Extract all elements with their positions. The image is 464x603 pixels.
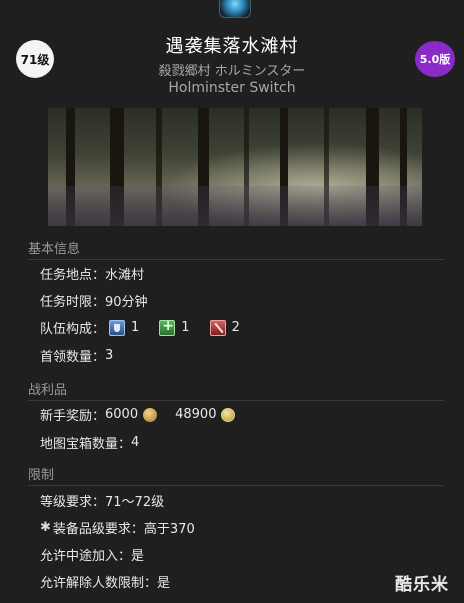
dungeon-banner-image [48,108,422,226]
join-in-progress-row: 允许中途加入： 是 [40,545,144,564]
sword-icon [209,319,226,336]
join-in-progress-value: 是 [131,549,145,564]
location-row: 任务地点： 水滩村 [40,264,144,283]
dungeon-subtitle-jp: 殺戮郷村 ホルミンスター [158,64,306,79]
time-limit-label: 任务时限： [40,295,106,310]
healer-count: 1 [181,320,190,335]
shield-icon [109,319,126,336]
gear-icon: ✱ [40,520,51,535]
seal-icon [221,407,236,422]
gil-value: 6000 [105,407,139,422]
tank-count: 1 [131,320,140,335]
unrestricted-party-value: 是 [157,576,171,591]
dungeon-subtitle-en: Holminster Switch [168,80,296,96]
level-requirement-label: 等级要求： [40,495,106,510]
treasure-chest-row: 地图宝箱数量： 4 [40,433,139,452]
treasure-chest-label: 地图宝箱数量： [40,437,132,452]
item-level-row: ✱ 装备品级要求： 高于370 [40,518,195,537]
duty-emblem-icon [219,0,251,18]
party-composition-label: 队伍构成： [40,322,106,337]
dungeon-title: 遇袭集落水滩村 [165,36,299,57]
join-in-progress-label: 允许中途加入： [40,549,132,564]
time-limit-row: 任务时限： 90分钟 [40,291,148,310]
section-loot-heading: 战利品 [28,379,444,401]
time-limit-value: 90分钟 [105,295,148,310]
level-requirement-row: 等级要求： 71～72级 [40,491,164,510]
location-label: 任务地点： [40,268,106,283]
unrestricted-party-label: 允许解除人数限制： [40,576,158,591]
rookie-reward-label: 新手奖励： [40,409,106,424]
item-level-value: 高于370 [143,522,195,537]
rookie-reward-row: 新手奖励： 6000 48900 [40,405,236,424]
item-level-label: 装备品级要求： [52,522,144,537]
boss-count-value: 3 [105,348,114,363]
level-requirement-value: 71～72级 [105,495,165,510]
section-basic-info-heading: 基本信息 [28,238,444,260]
boss-count-label: 首领数量： [40,350,106,365]
gil-coin-icon [143,407,158,422]
seals-value: 48900 [175,407,217,422]
section-limits-heading: 限制 [28,464,444,486]
party-composition-row: 队伍构成： 1 1 2 [40,318,240,338]
healer-cross-icon [159,318,176,336]
unrestricted-party-row: 允许解除人数限制： 是 [40,572,170,591]
treasure-chest-value: 4 [131,435,140,450]
boss-count-row: 首领数量： 3 [40,346,113,365]
location-value: 水滩村 [105,268,145,283]
site-watermark: 酷乐米 [395,575,449,595]
dps-count: 2 [231,320,240,335]
